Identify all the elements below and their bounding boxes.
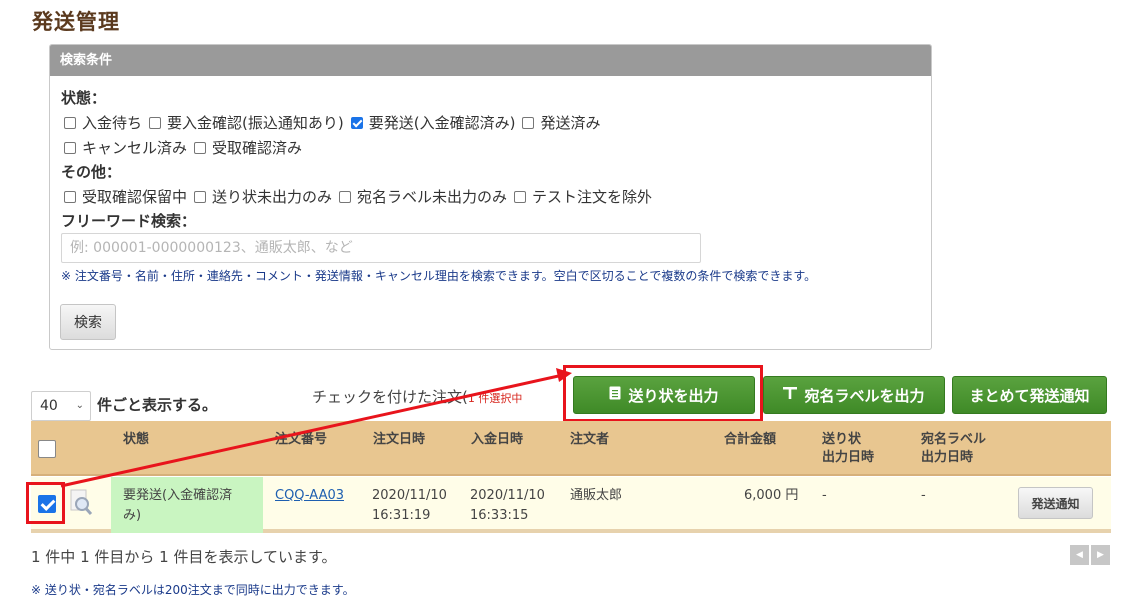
footer-note: ※ 送り状・宛名ラベルは200注文まで同時に出力できます。: [31, 583, 355, 597]
next-page-button[interactable]: ▶: [1091, 545, 1110, 565]
pagination-summary: 1 件中 1 件目から 1 件目を表示しています。: [31, 548, 337, 566]
annotation-arrow: [60, 368, 572, 488]
prev-page-button[interactable]: ◀: [1070, 545, 1089, 565]
